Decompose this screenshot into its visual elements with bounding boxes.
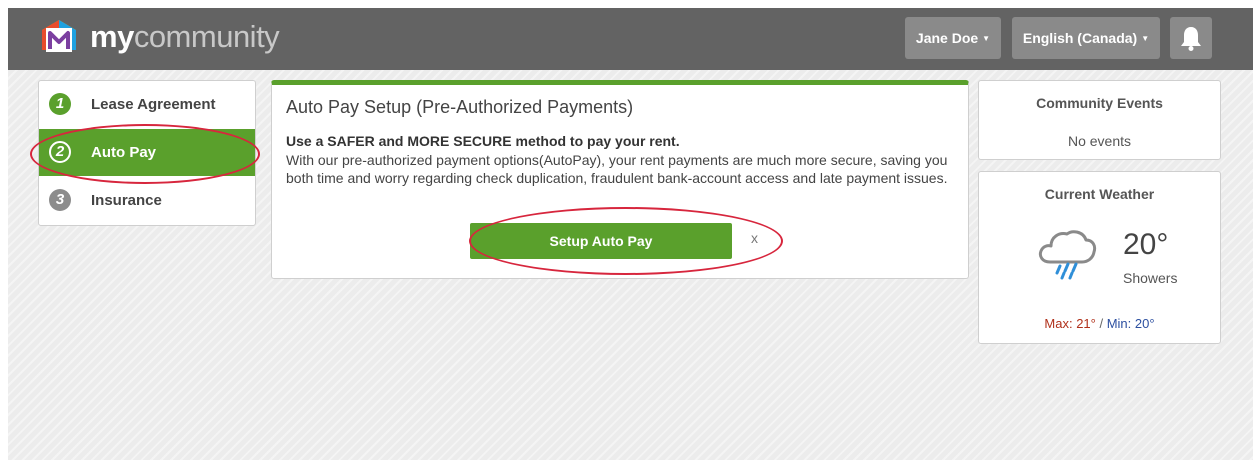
events-empty-text: No events bbox=[1067, 133, 1132, 149]
step-lease-agreement[interactable]: 1 Lease Agreement bbox=[39, 81, 255, 128]
language-menu-label: English (Canada) bbox=[1022, 30, 1138, 46]
step-auto-pay[interactable]: 2 Auto Pay bbox=[39, 129, 255, 176]
panel-body-text: With our pre-authorized payment options(… bbox=[286, 152, 948, 186]
max-temperature: Max: 21° bbox=[1044, 316, 1096, 331]
events-title: Community Events bbox=[1036, 95, 1163, 111]
bell-icon bbox=[1181, 27, 1201, 51]
current-weather-panel: Current Weather 20° Showers Max: 21° / M… bbox=[978, 171, 1221, 344]
step-label: Insurance bbox=[91, 192, 162, 209]
temperature-range: Max: 21° / Min: 20° bbox=[979, 316, 1220, 331]
mycommunity-logo[interactable] bbox=[40, 18, 78, 56]
panel-lead-text: Use a SAFER and MORE SECURE method to pa… bbox=[286, 133, 680, 149]
user-menu-button[interactable]: Jane Doe ▼ bbox=[905, 17, 1001, 59]
step-number-badge: 1 bbox=[49, 93, 71, 115]
step-insurance[interactable]: 3 Insurance bbox=[39, 177, 255, 224]
language-menu-button[interactable]: English (Canada) ▼ bbox=[1012, 17, 1160, 59]
step-number-badge: 3 bbox=[49, 189, 71, 211]
caret-down-icon: ▼ bbox=[982, 34, 991, 43]
user-menu-label: Jane Doe bbox=[915, 30, 979, 46]
brand-name-bold: my bbox=[90, 19, 134, 54]
setup-auto-pay-button[interactable]: Setup Auto Pay bbox=[470, 223, 732, 259]
temperature-value: 20° bbox=[1123, 228, 1169, 261]
autopay-setup-panel: Auto Pay Setup (Pre-Authorized Payments)… bbox=[271, 80, 969, 279]
community-events-panel: Community Events No events bbox=[978, 80, 1221, 160]
step-label: Lease Agreement bbox=[91, 96, 216, 113]
weather-title: Current Weather bbox=[1044, 186, 1155, 202]
caret-down-icon: ▼ bbox=[1141, 34, 1150, 43]
weather-condition: Showers bbox=[1123, 270, 1178, 286]
dismiss-button[interactable]: x bbox=[751, 230, 758, 246]
panel-title: Auto Pay Setup (Pre-Authorized Payments) bbox=[286, 97, 634, 117]
app-frame: mycommunity Jane Doe ▼ English (Canada) ▼ … bbox=[8, 8, 1253, 460]
range-separator: / bbox=[1095, 316, 1107, 331]
min-temperature: Min: 20° bbox=[1106, 316, 1155, 331]
cloud-rain-icon bbox=[1038, 230, 1097, 280]
top-navbar: mycommunity Jane Doe ▼ English (Canada) ▼ bbox=[8, 8, 1253, 70]
notifications-button[interactable] bbox=[1170, 17, 1212, 59]
step-number-badge: 2 bbox=[49, 141, 71, 163]
step-label: Auto Pay bbox=[91, 144, 157, 161]
brand-name-light: community bbox=[133, 19, 280, 54]
setup-steps-nav: 1 Lease Agreement 2 Auto Pay 3 Insurance bbox=[38, 80, 256, 226]
brand-name: mycommunity bbox=[90, 17, 280, 57]
